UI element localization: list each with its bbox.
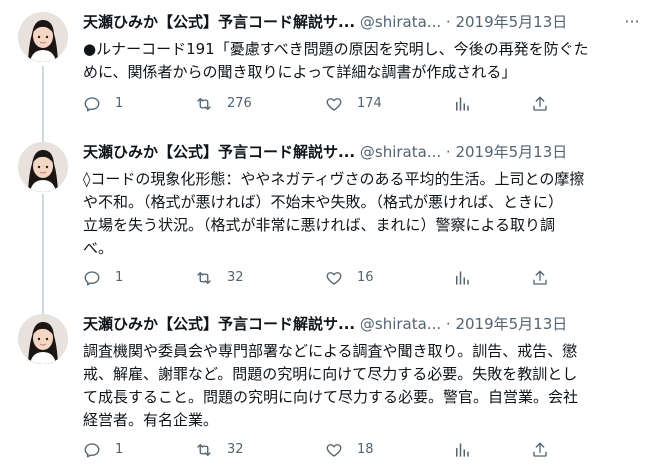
analytics-icon — [456, 271, 469, 285]
analytics-icon — [456, 97, 469, 111]
retweet-count: 32 — [227, 442, 244, 457]
tweet-header: 天瀬ひみか【公式】予言コード解説サ... @shirata... · 2019年… — [83, 142, 642, 162]
tweet-actions: 1 32 18 — [83, 440, 563, 460]
tweet[interactable]: 天瀬ひみか【公式】予言コード解説サ... @shirata... · 2019年… — [0, 314, 656, 470]
like-icon — [326, 444, 342, 457]
avatar[interactable] — [18, 314, 68, 364]
tweet-header: 天瀬ひみか【公式】予言コード解説サ... @shirata... · 2019年… — [83, 314, 642, 334]
tweet-text: ◊コードの現象化形態：ややネガティヴさのある平均的生活。上司との摩擦 や不和。（… — [83, 170, 585, 257]
like-icon — [326, 272, 342, 285]
tweet[interactable]: 天瀬ひみか【公式】予言コード解説サ... @shirata... · 2019年… — [0, 142, 656, 302]
like-icon — [326, 98, 342, 111]
tweet-date[interactable]: 2019年5月13日 — [455, 315, 567, 333]
avatar-image — [18, 142, 68, 192]
avatar[interactable] — [18, 12, 68, 62]
like-button[interactable]: 18 — [325, 440, 374, 460]
tweet-actions: 1 276 174 — [83, 94, 563, 114]
retweet-button[interactable]: 32 — [195, 268, 244, 288]
avatar-image — [18, 314, 68, 364]
retweet-button[interactable]: 32 — [195, 440, 244, 460]
more-icon[interactable]: ··· — [622, 12, 642, 32]
display-name[interactable]: 天瀬ひみか【公式】予言コード解説サ... — [83, 143, 355, 161]
reply-icon — [84, 443, 100, 458]
tweet-text: ●ルナーコード191「憂慮すべき問題の原因を究明し、今後の再発を防ぐた めに、関… — [83, 40, 589, 81]
display-name[interactable]: 天瀬ひみか【公式】予言コード解説サ... — [83, 315, 355, 333]
analytics-button[interactable] — [453, 94, 471, 114]
user-handle[interactable]: @shirata... — [360, 143, 441, 161]
tweet-header: 天瀬ひみか【公式】予言コード解説サ... @shirata... · 2019年… — [83, 12, 642, 32]
reply-icon — [84, 97, 100, 112]
separator-dot: · — [445, 315, 451, 333]
reply-count: 1 — [115, 270, 124, 285]
share-icon — [533, 270, 547, 285]
reply-count: 1 — [115, 96, 124, 111]
reply-count: 1 — [115, 442, 124, 457]
separator-dot: · — [445, 143, 451, 161]
like-count: 18 — [357, 442, 374, 457]
retweet-icon — [197, 444, 211, 456]
user-handle[interactable]: @shirata... — [360, 13, 441, 31]
reply-icon — [84, 271, 100, 286]
analytics-button[interactable] — [453, 268, 471, 288]
avatar-image — [18, 12, 68, 62]
display-name[interactable]: 天瀬ひみか【公式】予言コード解説サ... — [83, 13, 355, 31]
retweet-count: 276 — [227, 96, 252, 111]
retweet-icon — [197, 272, 211, 284]
retweet-button[interactable]: 276 — [195, 94, 252, 114]
tweet-date[interactable]: 2019年5月13日 — [455, 143, 567, 161]
tweet-actions: 1 32 16 — [83, 268, 563, 288]
tweet-text: 調査機関や委員会や専門部署などによる調査や聞き取り。訓告、戒告、懲 戒、解雇、謝… — [83, 342, 579, 429]
share-button[interactable] — [531, 268, 549, 288]
like-count: 174 — [357, 96, 382, 111]
share-icon — [533, 442, 547, 457]
retweet-count: 32 — [227, 270, 244, 285]
tweet[interactable]: 天瀬ひみか【公式】予言コード解説サ... @shirata... · 2019年… — [0, 12, 656, 132]
avatar[interactable] — [18, 142, 68, 192]
retweet-icon — [197, 98, 211, 110]
share-button[interactable] — [531, 94, 549, 114]
like-button[interactable]: 174 — [325, 94, 382, 114]
like-button[interactable]: 16 — [325, 268, 374, 288]
reply-button[interactable]: 1 — [83, 268, 123, 288]
reply-button[interactable]: 1 — [83, 440, 123, 460]
user-handle[interactable]: @shirata... — [360, 315, 441, 333]
like-count: 16 — [357, 270, 374, 285]
separator-dot: · — [445, 13, 451, 31]
analytics-button[interactable] — [453, 440, 471, 460]
reply-button[interactable]: 1 — [83, 94, 123, 114]
analytics-icon — [456, 443, 469, 457]
share-button[interactable] — [531, 440, 549, 460]
share-icon — [533, 96, 547, 111]
tweet-date[interactable]: 2019年5月13日 — [455, 13, 567, 31]
